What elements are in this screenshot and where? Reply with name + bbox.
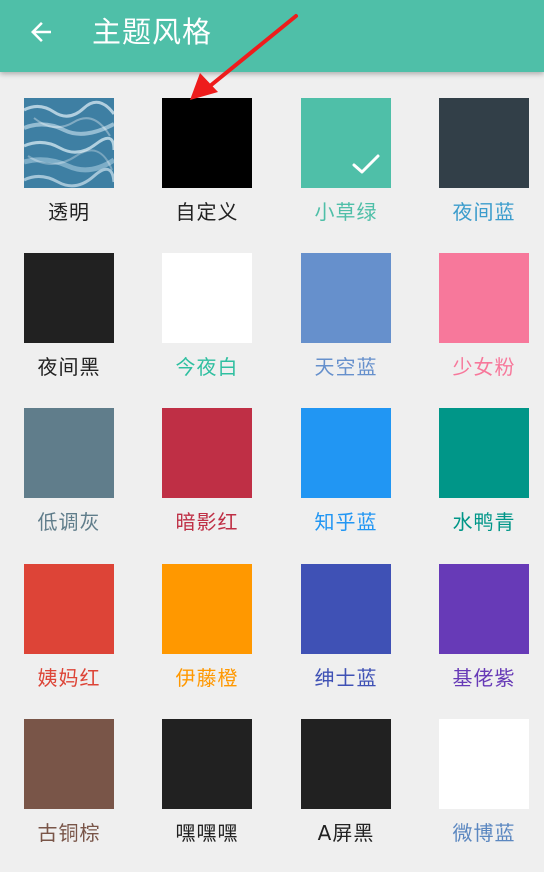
theme-label: 低调灰 (37, 510, 101, 534)
theme-tile[interactable]: A屏黑 (277, 719, 415, 869)
theme-label: 小草绿 (314, 200, 378, 224)
theme-tile[interactable]: 自定义 (138, 98, 276, 248)
theme-tile[interactable]: 夜间蓝 (415, 98, 544, 248)
theme-tile[interactable]: 古铜棕 (0, 719, 138, 869)
theme-swatch (439, 564, 529, 654)
theme-swatch (301, 98, 391, 188)
theme-tile[interactable]: 天空蓝 (277, 253, 415, 403)
theme-label: 姨妈红 (37, 666, 101, 690)
theme-label: 透明 (48, 200, 90, 224)
theme-label: 知乎蓝 (314, 510, 378, 534)
theme-swatch (24, 98, 114, 188)
theme-swatch (301, 253, 391, 343)
theme-tile[interactable]: 小草绿 (277, 98, 415, 248)
checkmark-icon (352, 154, 380, 174)
theme-tile[interactable]: 低调灰 (0, 408, 138, 558)
theme-swatch (301, 719, 391, 809)
theme-label: 自定义 (175, 200, 239, 224)
theme-tile[interactable]: 少女粉 (415, 253, 544, 403)
app-bar: 主题风格 (0, 0, 544, 72)
arrow-left-icon (31, 22, 51, 42)
theme-tile[interactable]: 夜间黑 (0, 253, 138, 403)
theme-swatch (301, 564, 391, 654)
theme-label: 绅士蓝 (314, 666, 378, 690)
theme-label: 古铜棕 (37, 821, 101, 845)
theme-swatch (24, 564, 114, 654)
theme-tile[interactable]: 伊藤橙 (138, 564, 276, 714)
theme-tile[interactable]: 今夜白 (138, 253, 276, 403)
theme-swatch (162, 253, 252, 343)
theme-swatch (162, 564, 252, 654)
theme-tile[interactable]: 绅士蓝 (277, 564, 415, 714)
theme-swatch (439, 719, 529, 809)
back-button[interactable] (14, 10, 68, 54)
theme-swatch (24, 253, 114, 343)
theme-tile[interactable]: 暗影红 (138, 408, 276, 558)
theme-label: 少女粉 (452, 355, 516, 379)
theme-swatch (162, 408, 252, 498)
theme-label: 微博蓝 (452, 821, 516, 845)
theme-swatch (439, 98, 529, 188)
theme-swatch (24, 719, 114, 809)
theme-label: 暗影红 (175, 510, 239, 534)
theme-label: 夜间蓝 (452, 200, 516, 224)
theme-swatch (301, 408, 391, 498)
theme-swatch (439, 408, 529, 498)
theme-swatch (162, 719, 252, 809)
theme-label: 伊藤橙 (175, 666, 239, 690)
theme-swatch (162, 98, 252, 188)
theme-tile[interactable]: 水鸭青 (415, 408, 544, 558)
theme-label: 基佬紫 (452, 666, 516, 690)
theme-tile[interactable]: 姨妈红 (0, 564, 138, 714)
theme-swatch (24, 408, 114, 498)
theme-tile[interactable]: 知乎蓝 (277, 408, 415, 558)
theme-tile[interactable]: 嘿嘿嘿 (138, 719, 276, 869)
theme-tile[interactable]: 微博蓝 (415, 719, 544, 869)
theme-label: A屏黑 (317, 821, 375, 845)
theme-tile[interactable]: 基佬紫 (415, 564, 544, 714)
theme-label: 夜间黑 (37, 355, 101, 379)
theme-label: 今夜白 (175, 355, 239, 379)
theme-tile[interactable]: 透明 (0, 98, 138, 248)
theme-grid: 透明 自定义 小草绿 夜间蓝夜间黑 今夜白 天空蓝 少女粉低调灰 暗影红 知乎蓝 水鸭青姨妈红 伊藤… (0, 0, 544, 872)
page-title: 主题风格 (92, 15, 213, 49)
theme-label: 天空蓝 (314, 355, 378, 379)
theme-label: 嘿嘿嘿 (175, 821, 239, 845)
water-texture-icon (24, 98, 114, 188)
theme-swatch (439, 253, 529, 343)
theme-label: 水鸭青 (452, 510, 516, 534)
